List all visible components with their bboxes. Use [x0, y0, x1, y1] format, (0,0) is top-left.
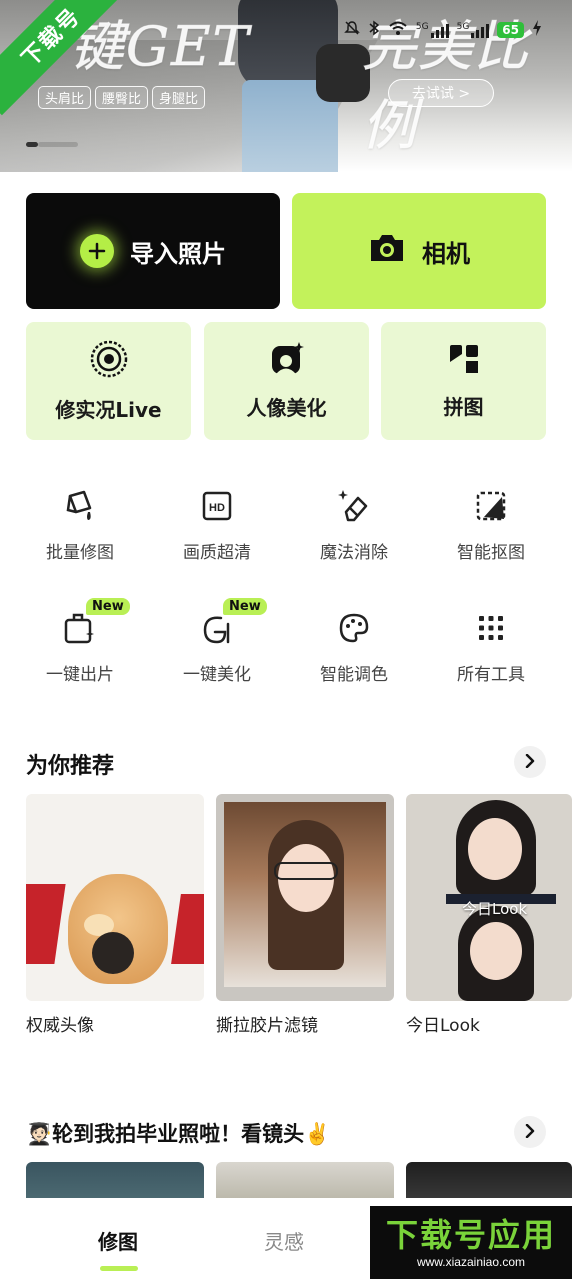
tool-label: 一键美化	[183, 665, 251, 685]
recommend-card[interactable]: 撕拉胶片滤镜	[216, 794, 394, 1036]
status-bar: 5G 5G 65	[344, 20, 542, 40]
portrait-icon	[269, 341, 305, 382]
card-glasses	[274, 862, 338, 880]
tool-label: 画质超清	[183, 543, 251, 563]
card-face-top	[468, 818, 522, 880]
card-caption: 今日Look	[406, 1016, 480, 1036]
bluetooth-icon	[368, 20, 380, 40]
import-photo-button[interactable]: 导入照片	[26, 193, 280, 309]
charging-icon	[532, 20, 542, 40]
ratio-tag: 腰臀比	[95, 86, 149, 109]
tool-all-tools[interactable]: 所有工具	[431, 610, 551, 700]
feature-label: 修实况Live	[55, 398, 162, 422]
chevron-right-icon	[524, 1123, 536, 1142]
graduation-thumb[interactable]	[406, 1162, 572, 1202]
graduation-thumb[interactable]	[216, 1162, 394, 1202]
feature-portrait-beautify[interactable]: 人像美化	[204, 322, 369, 440]
magic-eraser-icon	[336, 488, 372, 524]
banner-pager	[26, 142, 78, 147]
signal-label: 5G	[415, 22, 429, 32]
tab-edit[interactable]: 修图	[98, 1226, 138, 1255]
feature-label: 拼图	[443, 395, 484, 419]
recommend-more-button[interactable]	[514, 746, 546, 778]
camera-button[interactable]: 相机	[292, 193, 546, 309]
recommend-title: 为你推荐	[26, 754, 115, 779]
tab-inspiration[interactable]: 灵感	[264, 1226, 304, 1255]
card-image-cat	[26, 794, 204, 1001]
pager-track	[38, 142, 78, 147]
pager-dot-active	[26, 142, 38, 147]
tool-magic-eraser[interactable]: 魔法消除	[294, 488, 414, 578]
feature-live-photo[interactable]: 修实况Live	[26, 322, 191, 440]
card-face-bottom	[470, 922, 522, 980]
graduation-title: 🧑🏻‍🎓轮到我拍毕业照啦！看镜头✌️	[26, 1122, 331, 1146]
card-caption: 撕拉胶片滤镜	[216, 1016, 318, 1036]
battery-level: 65	[497, 22, 524, 38]
signal-label: 5G	[456, 22, 470, 32]
live-photo-icon	[89, 339, 129, 384]
tool-batch-edit[interactable]: 批量修图	[20, 488, 140, 578]
tool-hd[interactable]: HD 画质超清	[157, 488, 277, 578]
tool-label: 所有工具	[457, 665, 525, 685]
batch-edit-icon	[62, 488, 98, 524]
graduation-more-button[interactable]	[514, 1116, 546, 1148]
wifi-icon	[388, 20, 408, 40]
camera-label: 相机	[422, 239, 470, 268]
tool-one-tap-beautify[interactable]: New 一键美化	[157, 598, 277, 700]
banner-ratio-tags: 头肩比 腰臀比 身腿比	[38, 86, 206, 109]
recommend-card[interactable]: 今日Look 今日Look	[406, 794, 572, 1036]
card-image-polaroid	[216, 794, 394, 1001]
tool-palette[interactable]: 智能调色	[294, 610, 414, 700]
new-badge: New	[86, 598, 130, 615]
tool-cutout[interactable]: 智能抠图	[431, 488, 551, 578]
signal-icon: 5G	[416, 22, 449, 38]
chevron-right-icon	[524, 753, 536, 772]
mute-icon	[344, 20, 360, 40]
palette-icon	[336, 610, 372, 646]
tool-label: 魔法消除	[320, 543, 388, 563]
ratio-tag: 头肩比	[38, 86, 92, 109]
recommend-card[interactable]: 权威头像	[26, 794, 204, 1036]
watermark-url: www.xiazainiao.com	[416, 1254, 526, 1269]
tool-one-tap-photo[interactable]: New 一键出片	[20, 598, 140, 700]
grid-dots-icon	[473, 610, 509, 646]
cutout-icon	[473, 488, 509, 524]
card-red-stroke	[26, 884, 66, 964]
new-badge: New	[223, 598, 267, 615]
tool-label: 智能抠图	[457, 543, 525, 563]
card-cat-paw	[92, 932, 134, 974]
card-caption: 权威头像	[26, 1016, 94, 1036]
one-tap-photo-icon: New	[62, 598, 130, 646]
banner-try-button[interactable]: 去试试 >	[388, 79, 494, 107]
import-photo-label: 导入照片	[130, 239, 226, 268]
card-red-stroke	[171, 894, 204, 964]
feature-collage[interactable]: 拼图	[381, 322, 546, 440]
card-overlay-text: 今日Look	[462, 900, 528, 918]
tool-label: 一键出片	[46, 665, 114, 685]
camera-icon	[368, 232, 406, 270]
tab-active-indicator	[100, 1266, 138, 1271]
tool-label: 批量修图	[46, 543, 114, 563]
ratio-tag: 身腿比	[152, 86, 206, 109]
watermark-logo: 下载号应用 www.xiazainiao.com	[370, 1206, 572, 1279]
card-image-look: 今日Look	[406, 794, 572, 1001]
svg-text:HD: HD	[209, 502, 225, 514]
feature-label: 人像美化	[246, 396, 327, 420]
one-tap-beautify-icon: New	[199, 598, 267, 646]
import-plus-icon	[80, 234, 114, 268]
collage-icon	[447, 342, 481, 381]
tool-label: 智能调色	[320, 665, 388, 685]
hd-icon: HD	[199, 488, 235, 524]
graduation-thumb[interactable]	[26, 1162, 204, 1202]
signal-icon-2: 5G	[457, 22, 490, 38]
watermark-main: 下载号应用	[385, 1215, 556, 1254]
